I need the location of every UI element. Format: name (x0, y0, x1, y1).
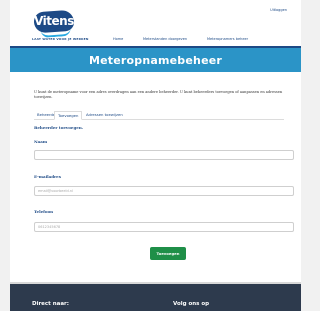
email-input[interactable] (34, 186, 294, 196)
footer: Direct naar: Volg ons op (10, 284, 301, 311)
tab-adressen-toewijzen[interactable]: Adressen toewijzen (83, 111, 126, 118)
page-title: Meteropnamebeheer (88, 54, 223, 67)
logout-link[interactable]: Uitloggen (270, 8, 287, 12)
nav-meterstanden-doorgeven[interactable]: Meterstanden doorgeven (143, 37, 187, 41)
footer-follow-heading: Volg ons op (173, 301, 210, 307)
intro-text: U kunt de meteropname voor een adres ove… (34, 90, 283, 99)
email-label: E-mailadres (34, 174, 61, 179)
toevoegen-button[interactable]: Toevoegen (150, 247, 186, 260)
page: Vitens LAAT WATER VOOR JE WERKEN Uitlogg… (10, 0, 301, 311)
tab-toevoegen[interactable]: Toevoegen (54, 111, 83, 120)
nav-home[interactable]: Home (113, 37, 123, 41)
footer-direct-heading: Direct naar: (32, 301, 69, 307)
page-banner: Meteropnamebeheer (10, 48, 301, 72)
form-title: Beheerder toevoegen. (34, 125, 84, 130)
name-label: Naam (34, 139, 48, 144)
name-input[interactable] (34, 150, 294, 160)
logo-text: Vitens (34, 14, 74, 29)
phone-label: Telefoon (34, 209, 54, 214)
tab-bar: Beheerders Toevoegen Adressen toewijzen (34, 110, 284, 120)
tagline: LAAT WATER VOOR JE WERKEN (32, 37, 89, 41)
vitens-logo[interactable]: Vitens (33, 9, 75, 38)
phone-input[interactable] (34, 222, 294, 232)
nav-meteropnamers-beheer[interactable]: Meteropnamers beheer (207, 37, 248, 41)
